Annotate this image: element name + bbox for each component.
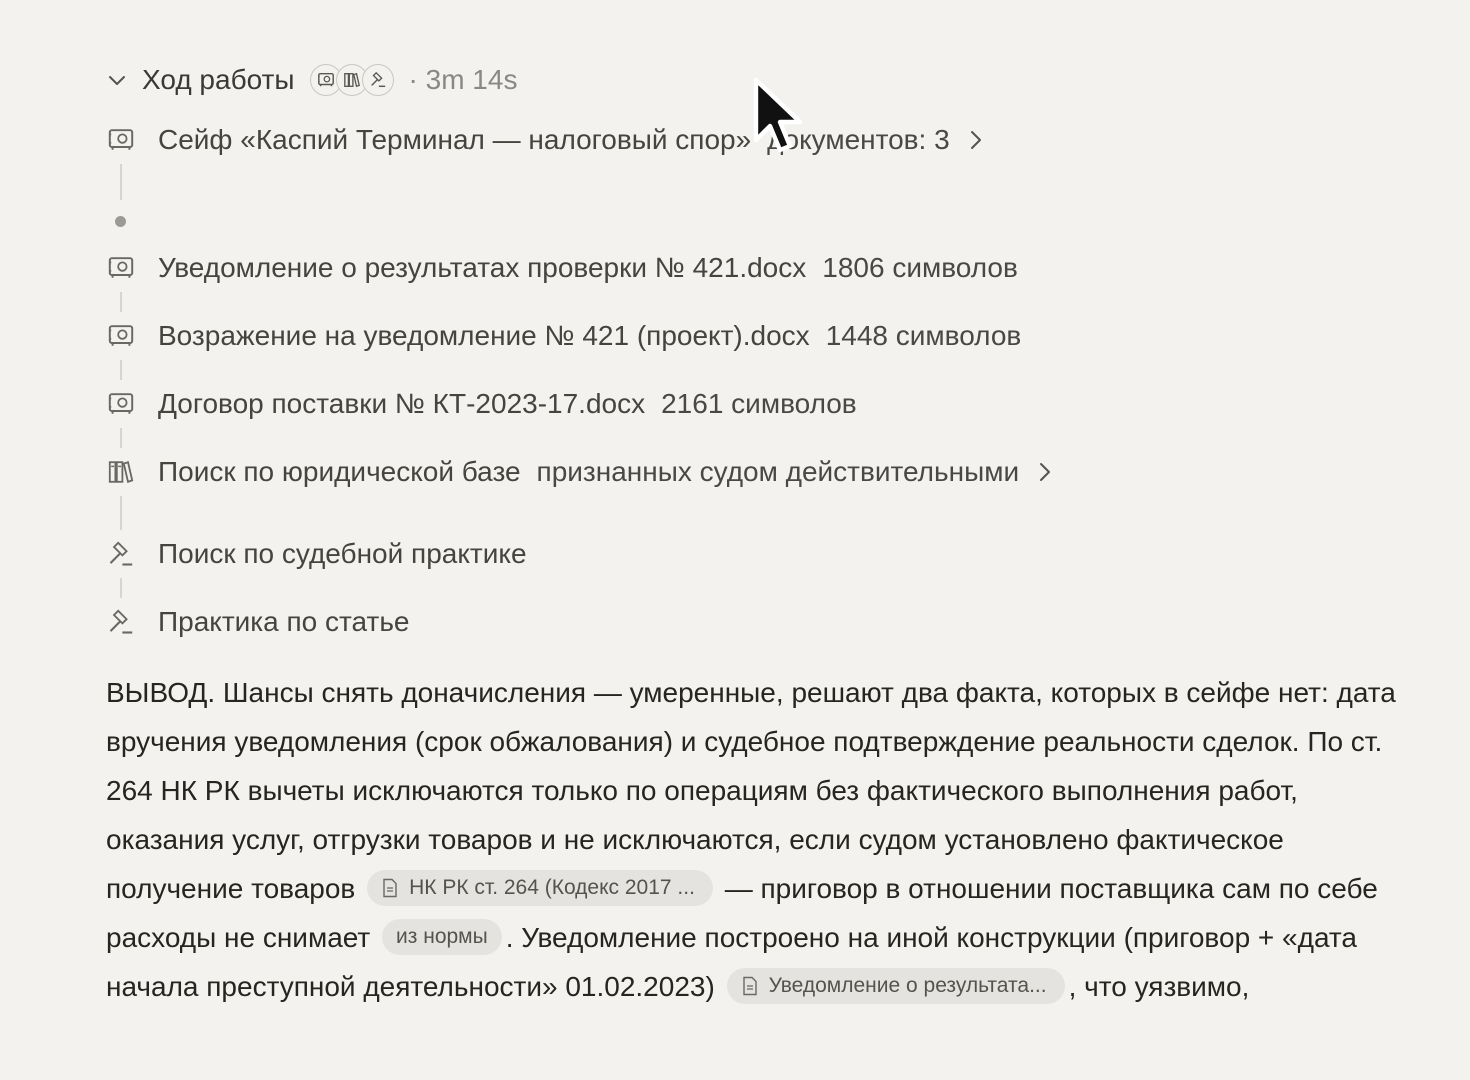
timeline-line (120, 428, 122, 448)
step-meta: признанных судом действительными (536, 456, 1020, 487)
gavel-icon (361, 64, 394, 96)
step-court-practice[interactable]: Поиск по судебной практике (106, 532, 527, 576)
step-document[interactable]: Возражение на уведомление № 421 (проект)… (106, 314, 1021, 358)
tool-icons-group (307, 60, 397, 100)
chevron-right-icon[interactable] (1035, 461, 1055, 483)
work-duration: · 3m 14s (408, 64, 518, 95)
timeline-line (120, 292, 122, 312)
step-legal-search[interactable]: Поиск по юридической базе признанных суд… (106, 450, 1055, 494)
citation-chip-label: Уведомление о результата... (768, 973, 1047, 997)
timeline-dot (115, 216, 126, 227)
step-label: Уведомление о результатах проверки № 421… (158, 252, 807, 283)
step-document[interactable]: Уведомление о результатах проверки № 421… (106, 246, 1018, 290)
vault-icon (106, 321, 136, 351)
step-label: Сейф «Каспий Терминал — налоговый спор» (158, 124, 752, 155)
step-label: Практика по статье (158, 606, 410, 637)
conclusion-text: ВЫВОД. Шансы снять доначисления — умерен… (106, 668, 1406, 1011)
step-label: Договор поставки № КТ-2023-17.docx (158, 388, 646, 419)
citation-chip-label: НК РК ст. 264 (Кодекс 2017 ... (409, 875, 695, 899)
library-icon (106, 457, 136, 487)
vault-icon (106, 253, 136, 283)
step-meta: 1806 символов (822, 252, 1018, 283)
timeline-line (120, 164, 122, 200)
conclusion-part: , что уязвимо, (1068, 971, 1250, 1002)
step-meta: 2161 символов (661, 388, 857, 419)
step-meta: 1448 символов (825, 320, 1022, 351)
vault-icon (106, 125, 136, 155)
step-label: Возражение на уведомление № 421 (проект)… (158, 320, 810, 351)
step-document[interactable]: Договор поставки № КТ-2023-17.docx 2161 … (106, 382, 857, 426)
step-label: Поиск по судебной практике (158, 538, 527, 569)
source-chip[interactable]: из нормы (382, 918, 502, 955)
step-label: Поиск по юридической базе (158, 456, 521, 487)
conclusion-part: ВЫВОД. Шансы снять доначисления — умерен… (106, 677, 1396, 904)
work-progress-header[interactable]: Ход работы · 3m 14s (106, 58, 517, 102)
mouse-cursor-icon (753, 77, 803, 153)
gavel-icon (106, 539, 136, 569)
timeline-line (120, 360, 122, 380)
citation-chip[interactable]: НК РК ст. 264 (Кодекс 2017 ... (367, 869, 713, 906)
step-vault[interactable]: Сейф «Каспий Терминал — налоговый спор» … (106, 118, 986, 162)
chevron-right-icon[interactable] (966, 129, 986, 151)
citation-chip[interactable]: Уведомление о результата... (726, 967, 1065, 1004)
chevron-down-icon[interactable] (106, 67, 132, 93)
vault-icon (106, 389, 136, 419)
timeline-line (120, 496, 122, 530)
gavel-icon (106, 607, 136, 637)
work-progress-title: Ход работы (142, 64, 295, 95)
document-icon (741, 976, 759, 996)
document-icon (381, 878, 399, 898)
step-article-practice[interactable]: Практика по статье (106, 600, 409, 644)
timeline-line (120, 578, 122, 598)
